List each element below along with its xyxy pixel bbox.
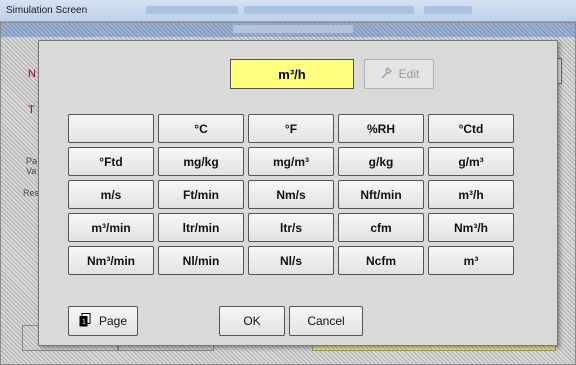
unit-button-nm-s[interactable]: Nm/s	[248, 180, 334, 209]
svg-text:1: 1	[82, 319, 86, 326]
unit-button-mg-kg[interactable]: mg/kg	[158, 147, 244, 176]
window-titlebar: Simulation Screen	[0, 0, 576, 22]
unit-button-nft-min[interactable]: Nft/min	[338, 180, 424, 209]
unit-button-rh[interactable]: %RH	[338, 114, 424, 143]
unit-button-m3[interactable]: m³	[428, 246, 514, 275]
unit-button-nl-min[interactable]: Nl/min	[158, 246, 244, 275]
edit-button[interactable]: Edit	[364, 59, 434, 89]
unit-button-ltr-min[interactable]: ltr/min	[158, 213, 244, 242]
unit-button-g-kg[interactable]: g/kg	[338, 147, 424, 176]
page-button-label: Page	[98, 314, 128, 328]
unit-button-nm3-min[interactable]: Nm³/min	[68, 246, 154, 275]
unit-button-ltr-s[interactable]: ltr/s	[248, 213, 334, 242]
background-header	[1, 23, 575, 37]
unit-button-ctd[interactable]: °Ctd	[428, 114, 514, 143]
titlebar-blur	[146, 6, 238, 14]
unit-select-dialog: m³/h Edit °C °F %RH °Ctd °Ftd mg/kg mg/m…	[38, 40, 558, 346]
unit-button-m3-h[interactable]: m³/h	[428, 180, 514, 209]
bg-label: T	[28, 104, 35, 116]
selected-unit-display: m³/h	[230, 59, 354, 89]
unit-button-nl-s[interactable]: Nl/s	[248, 246, 334, 275]
bg-label: Va	[26, 166, 37, 176]
bg-label: N	[28, 68, 36, 80]
titlebar-blur	[424, 6, 472, 14]
page-icon: 1	[79, 312, 91, 330]
unit-button-ncfm[interactable]: Ncfm	[338, 246, 424, 275]
unit-button-degf[interactable]: °F	[248, 114, 334, 143]
cancel-button[interactable]: Cancel	[289, 306, 363, 336]
unit-grid: °C °F %RH °Ctd °Ftd mg/kg mg/m³ g/kg g/m…	[68, 114, 514, 275]
titlebar-blur	[244, 6, 414, 14]
unit-button-ft-min[interactable]: Ft/min	[158, 180, 244, 209]
unit-button-nm3-h[interactable]: Nm³/h	[428, 213, 514, 242]
unit-button-m3-min[interactable]: m³/min	[68, 213, 154, 242]
unit-button-ftd[interactable]: °Ftd	[68, 147, 154, 176]
bg-label: Pa	[26, 156, 38, 166]
page-button[interactable]: 1 Page	[68, 306, 138, 336]
unit-button[interactable]	[68, 114, 154, 143]
edit-button-label: Edit	[398, 67, 420, 81]
bg-label: Res	[23, 188, 40, 198]
wrench-icon	[379, 66, 393, 83]
unit-button-mg-m3[interactable]: mg/m³	[248, 147, 334, 176]
ok-button[interactable]: OK	[219, 306, 285, 336]
unit-button-g-m3[interactable]: g/m³	[428, 147, 514, 176]
unit-button-m-s[interactable]: m/s	[68, 180, 154, 209]
unit-button-degc[interactable]: °C	[158, 114, 244, 143]
unit-button-cfm[interactable]: cfm	[338, 213, 424, 242]
window-title: Simulation Screen	[6, 5, 88, 16]
